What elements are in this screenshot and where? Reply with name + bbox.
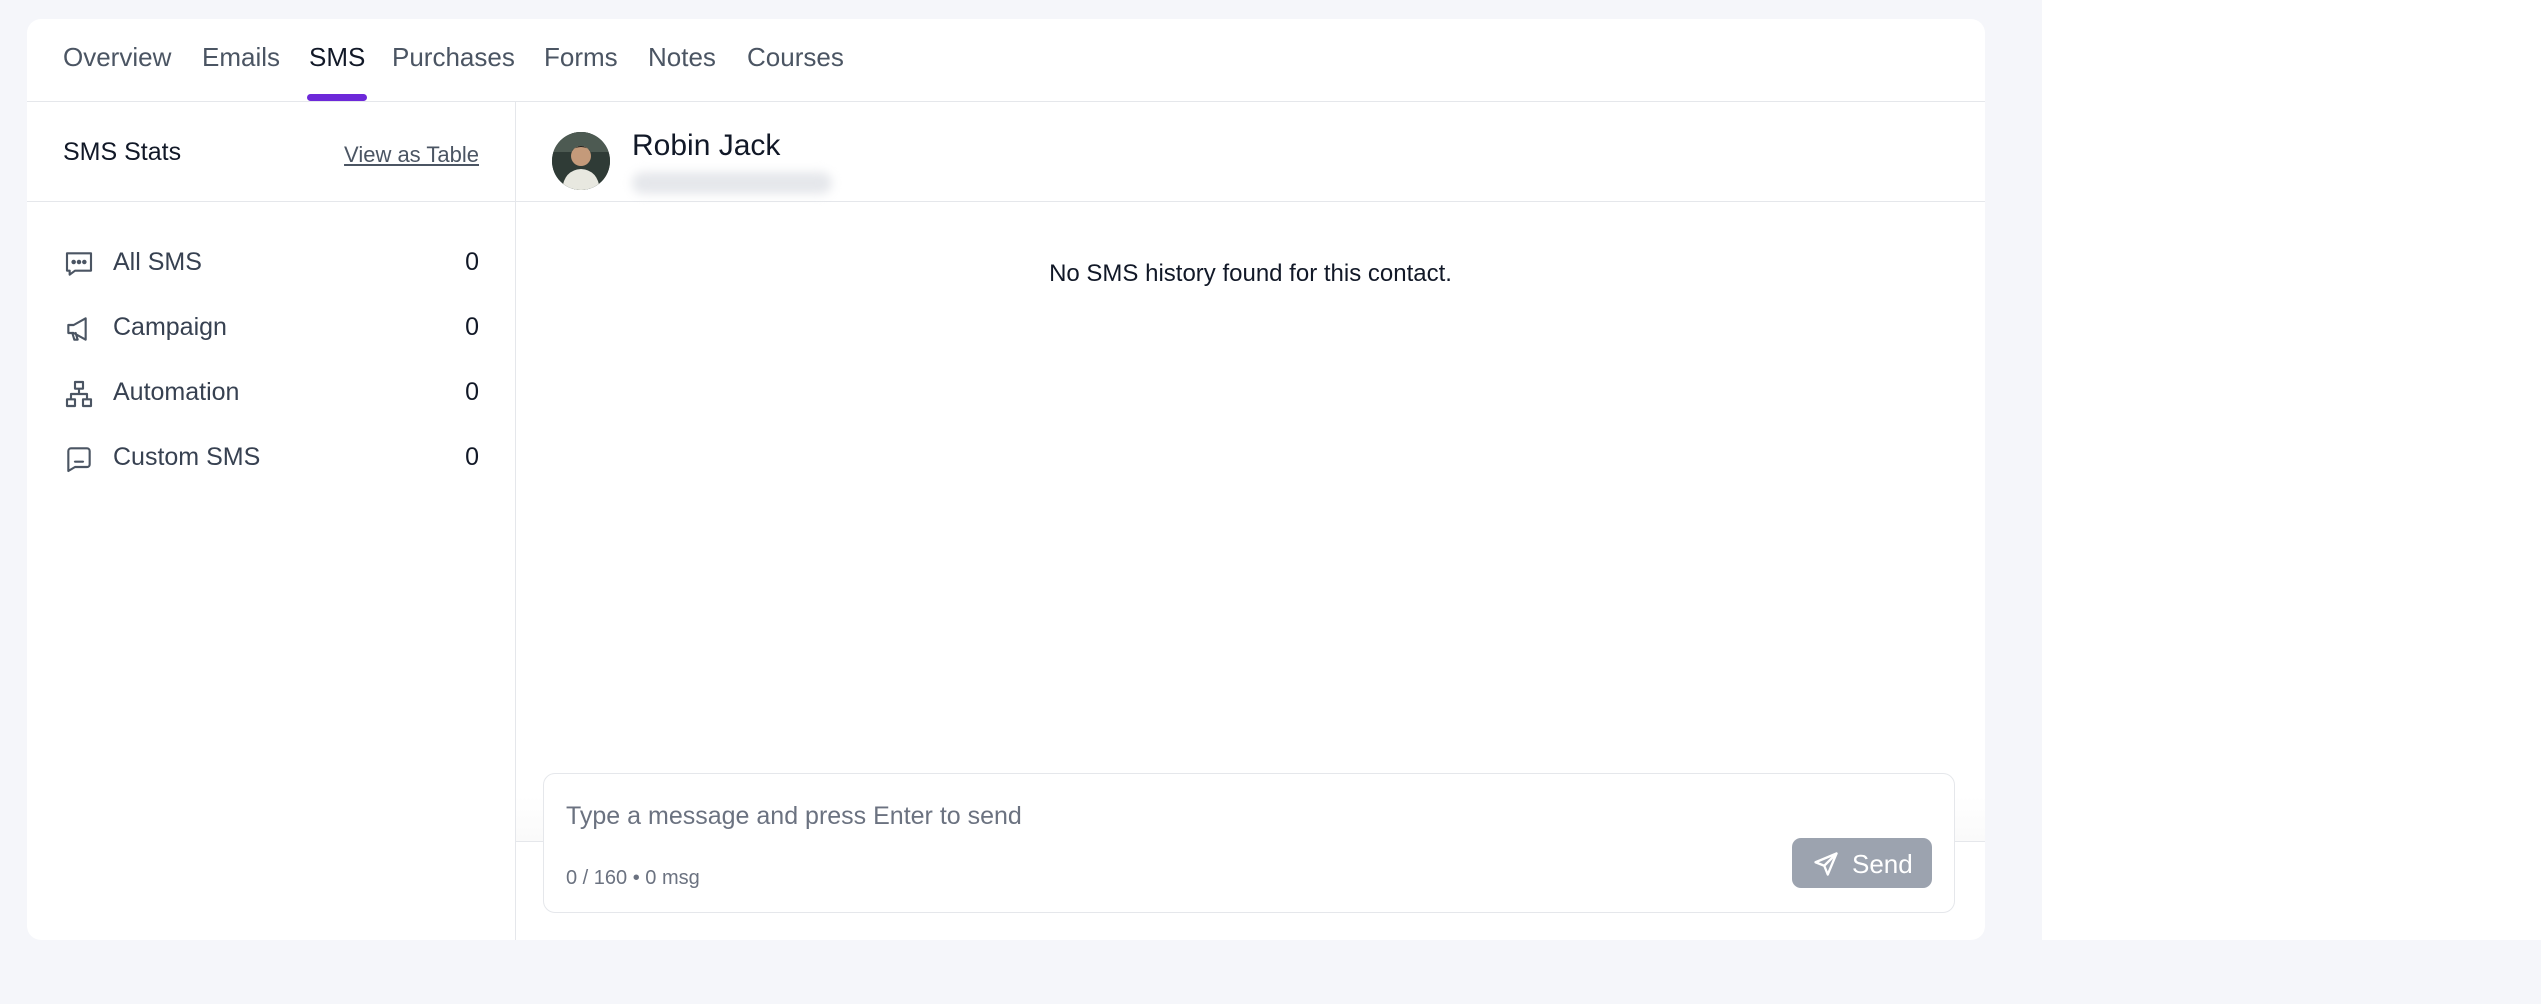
stat-row-all-sms[interactable]: All SMS 0 <box>63 241 479 281</box>
sms-composer: 0 / 160 • 0 msg Send <box>543 773 1955 913</box>
active-tab-indicator <box>307 94 367 101</box>
character-counter: 0 / 160 • 0 msg <box>566 867 700 889</box>
view-as-table-link[interactable]: View as Table <box>344 142 479 168</box>
contact-header: Robin Jack <box>516 102 1985 202</box>
tab-forms[interactable]: Forms <box>544 42 618 102</box>
chat-bubble-icon <box>65 252 93 276</box>
sms-stats-sidebar: SMS Stats View as Table All SMS 0 Campai… <box>27 102 516 940</box>
stat-label: Automation <box>113 378 240 406</box>
avatar <box>552 132 610 190</box>
message-input[interactable] <box>566 796 1666 836</box>
send-button[interactable]: Send <box>1792 838 1932 888</box>
stat-row-campaign[interactable]: Campaign 0 <box>63 306 479 346</box>
contact-name: Robin Jack <box>632 129 781 162</box>
hierarchy-icon <box>65 380 93 408</box>
sidebar-title: SMS Stats <box>63 138 182 166</box>
stat-row-custom-sms[interactable]: Custom SMS 0 <box>63 436 479 476</box>
stat-row-automation[interactable]: Automation 0 <box>63 371 479 411</box>
tab-courses[interactable]: Courses <box>747 42 844 102</box>
tab-notes[interactable]: Notes <box>648 42 716 102</box>
avatar-photo-icon <box>552 132 610 190</box>
send-icon <box>1814 852 1838 876</box>
tab-bar: Overview Emails SMS Purchases Forms Note… <box>27 19 1985 102</box>
stat-label: All SMS <box>113 248 202 276</box>
tab-emails[interactable]: Emails <box>202 42 280 102</box>
send-label: Send <box>1852 849 1913 879</box>
sidebar-header: SMS Stats View as Table <box>27 102 515 202</box>
stat-label: Campaign <box>113 313 227 341</box>
stat-count: 0 <box>465 248 479 276</box>
tab-sms[interactable]: SMS <box>309 42 365 102</box>
tab-overview[interactable]: Overview <box>63 42 171 102</box>
stat-label: Custom SMS <box>113 443 261 471</box>
stat-count: 0 <box>465 378 479 406</box>
sms-conversation-panel: No SMS history found for this contact. R… <box>516 102 1985 940</box>
empty-history-message: No SMS history found for this contact. <box>1049 260 1452 287</box>
right-panel <box>2042 0 2541 940</box>
tab-purchases[interactable]: Purchases <box>392 42 515 102</box>
contact-phone-redacted <box>632 172 832 194</box>
contact-card: Overview Emails SMS Purchases Forms Note… <box>27 19 1985 940</box>
stat-count: 0 <box>465 313 479 341</box>
message-square-icon <box>67 447 91 473</box>
stat-count: 0 <box>465 443 479 471</box>
megaphone-icon <box>67 317 87 341</box>
sms-history-area: No SMS history found for this contact. <box>516 202 1985 842</box>
